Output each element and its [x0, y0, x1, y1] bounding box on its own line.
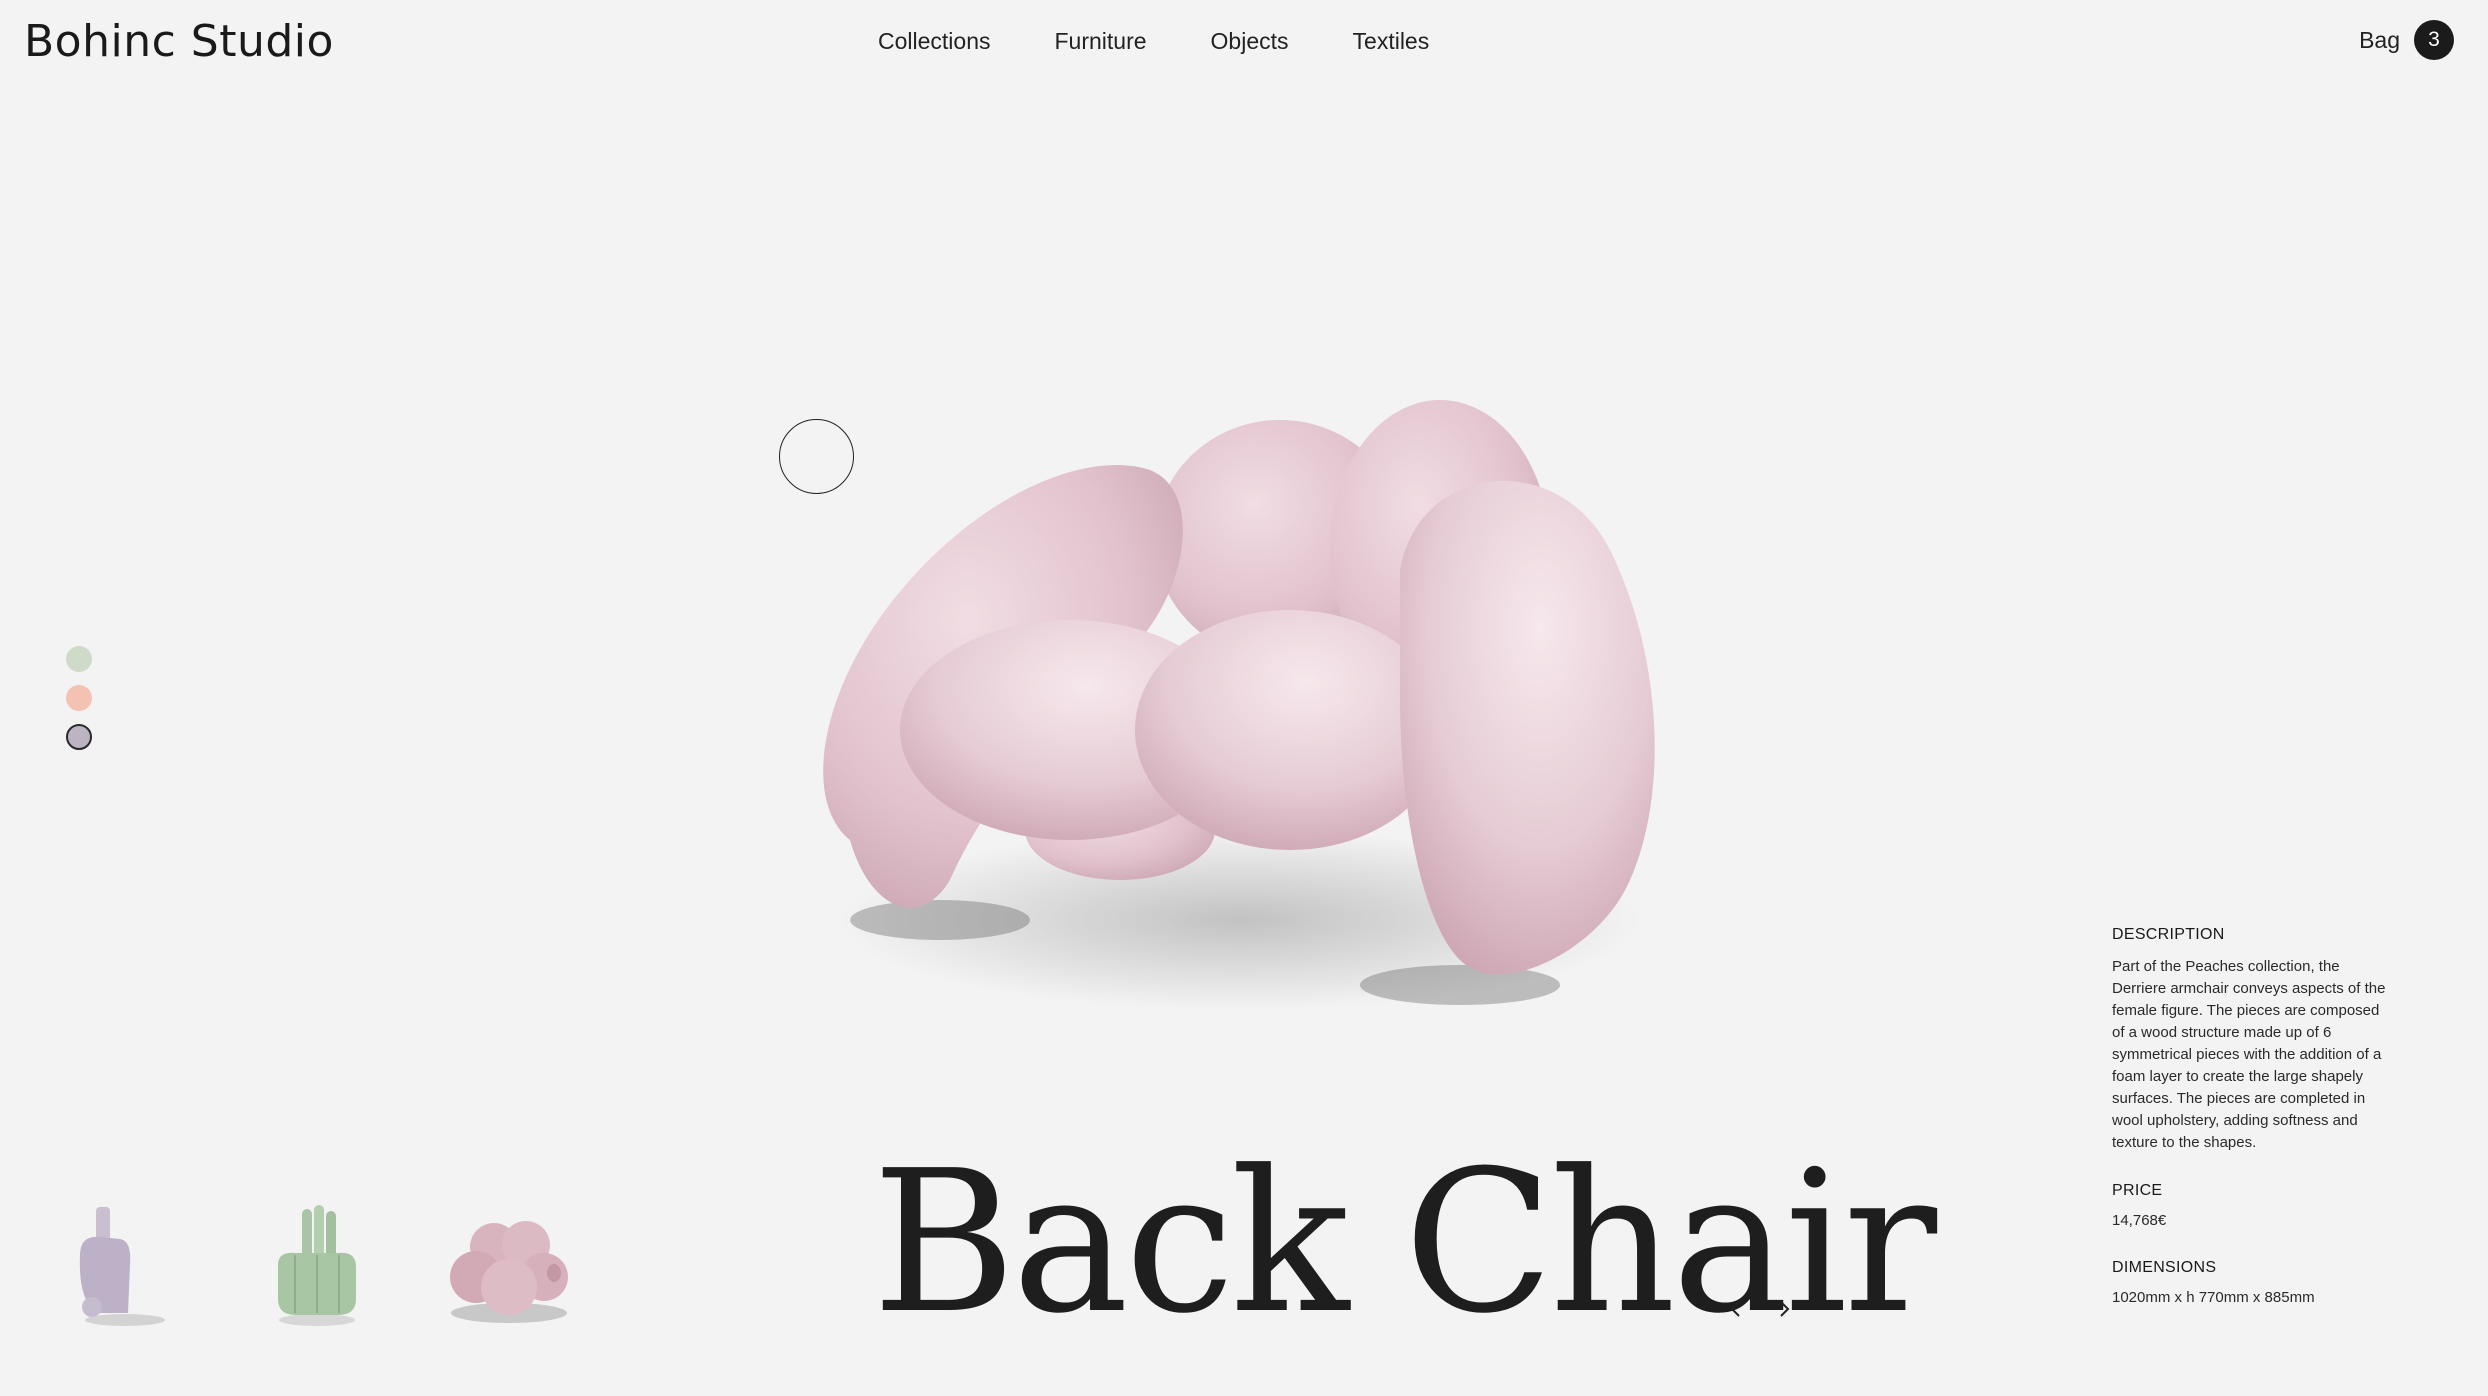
description-text: Part of the Peaches collection, the Derr…: [2112, 958, 2386, 1151]
main-nav: Collections Furniture Objects Textiles: [878, 28, 1493, 55]
hero-chair-image: [823, 400, 1655, 1010]
price-value: 14,768€: [2112, 1212, 2167, 1229]
color-swatches: [66, 646, 92, 750]
nav-collections[interactable]: Collections: [878, 28, 991, 55]
product-hotspot[interactable]: [779, 419, 854, 494]
bag-label: Bag: [2359, 26, 2400, 53]
chevron-left-icon[interactable]: [1726, 1297, 1746, 1321]
brand-logo[interactable]: Bohinc Studio: [24, 16, 334, 67]
dimensions-label: DIMENSIONS: [2112, 1259, 2217, 1276]
product-thumbnails: [60, 1195, 574, 1335]
green-stacked-vase-icon[interactable]: [252, 1195, 382, 1335]
product-details: DESCRIPTION Part of the Peaches collecti…: [2112, 926, 2392, 1336]
nav-textiles[interactable]: Textiles: [1353, 28, 1430, 55]
description-label: DESCRIPTION: [2112, 926, 2225, 943]
carousel-controls: [1726, 1297, 1794, 1321]
nav-objects[interactable]: Objects: [1211, 28, 1289, 55]
bag-count-badge: 3: [2414, 20, 2454, 60]
price-label: PRICE: [2112, 1182, 2163, 1199]
pink-armchair-icon[interactable]: [444, 1195, 574, 1335]
swatch-peach[interactable]: [66, 685, 92, 711]
bag-button[interactable]: Bag 3: [2359, 20, 2454, 60]
lilac-vase-icon[interactable]: [60, 1195, 190, 1335]
swatch-sage[interactable]: [66, 646, 92, 672]
dimensions-value: 1020mm x h 770mm x 885mm: [2112, 1289, 2315, 1306]
swatch-lilac[interactable]: [66, 724, 92, 750]
chevron-right-icon[interactable]: [1774, 1297, 1794, 1321]
nav-furniture[interactable]: Furniture: [1055, 28, 1147, 55]
